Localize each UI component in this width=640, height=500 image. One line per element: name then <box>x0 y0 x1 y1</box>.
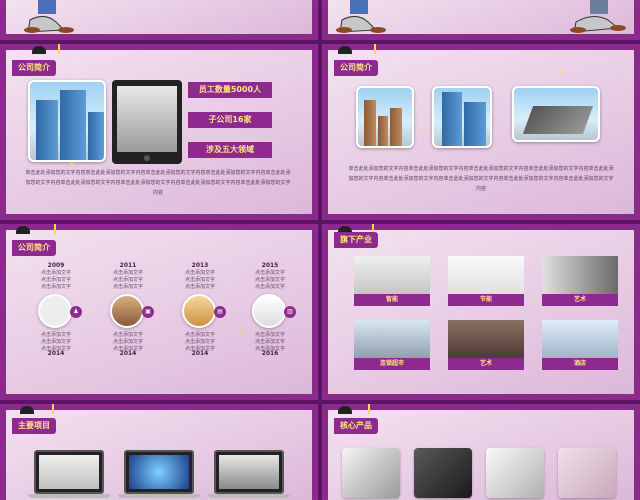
tablet-photo <box>112 80 182 164</box>
industry-tile[interactable]: 酒店 <box>542 320 618 370</box>
product-image <box>342 448 400 498</box>
industry-tile[interactable]: 智能 <box>354 256 430 306</box>
timeline-circle <box>38 294 72 328</box>
building-photo <box>28 80 106 162</box>
industry-tile[interactable]: 艺术 <box>448 320 524 370</box>
timeline-top-year: 2013 <box>191 262 209 269</box>
industry-tile-label: 智能 <box>354 294 430 306</box>
timeline-bottom-year: 2014 <box>191 350 209 357</box>
slide-timeline[interactable]: 公司简介 2009 点击添加文字 点击添加文字 点击添加文字 ♟ 点击添加文字 … <box>0 224 318 400</box>
timeline-top-text: 点击添加文字 点击添加文字 点击添加文字 <box>40 270 71 290</box>
timeline-bottom-year: 2014 <box>47 350 65 357</box>
timeline-circle <box>182 294 216 328</box>
stat-pill-subsidiaries: 子公司16家 <box>188 112 272 128</box>
slide-title: 主要项目 <box>12 418 56 434</box>
intro-paragraph: 单击此处添加您的文字内容单击此处添加您的文字内容单击此处添加您的文字内容单击此处… <box>348 166 614 192</box>
laptop-base <box>28 494 110 498</box>
timeline-badge-icon: ▥ <box>284 306 296 318</box>
laptop-project-2 <box>124 450 194 494</box>
slide-top-right[interactable] <box>322 0 640 40</box>
slide-grid: 公司简介 员工数量5000人 子公司16家 涉及五大领域 单击此处添加您的文字内… <box>0 0 640 500</box>
industry-tile[interactable]: 艺术 <box>542 256 618 306</box>
timeline-bottom-year: 2014 <box>119 350 137 357</box>
slide-company-intro-2[interactable]: 公司简介 单击此处添加您的文字内容单击此处添加您的文字内容单击此处添加您的文字内… <box>322 44 640 220</box>
timeline-circle <box>252 294 286 328</box>
timeline-top-year: 2015 <box>261 262 279 269</box>
slide-core-products[interactable]: 核心产品 <box>322 404 640 500</box>
timeline-top-year: 2009 <box>47 262 65 269</box>
timeline-top-text: 点击添加文字 点击添加文字 点击添加文字 <box>184 270 215 290</box>
slide-title: 公司简介 <box>334 60 378 76</box>
intro-paragraph: 单击此处添加您的文字内容单击此处添加您的文字内容单击此处添加您的文字内容单击此处… <box>25 170 291 196</box>
tassel-icon <box>368 404 370 414</box>
product-image <box>414 448 472 498</box>
tower-photo <box>356 86 414 148</box>
stat-pill-domains: 涉及五大领域 <box>188 142 272 158</box>
industry-tile-label: 节能 <box>448 294 524 306</box>
industry-tile-label: 艺术 <box>542 294 618 306</box>
product-image <box>558 448 616 498</box>
slide-main-projects[interactable]: 主要项目 <box>0 404 318 500</box>
industry-tile[interactable]: 连锁超市 <box>354 320 430 370</box>
slide-title: 旗下产业 <box>334 232 378 248</box>
graduation-cap-icon <box>32 46 46 54</box>
timeline-badge-icon: ▤ <box>214 306 226 318</box>
tassel-icon <box>374 44 376 54</box>
timeline-badge-icon: ▣ <box>142 306 154 318</box>
timeline-top-text: 点击添加文字 点击添加文字 点击添加文字 <box>112 270 143 290</box>
tassel-icon <box>54 224 56 234</box>
tassel-icon <box>52 404 54 414</box>
slide-title: 公司简介 <box>12 60 56 76</box>
cartoon-figure-icon <box>24 0 74 33</box>
glass-building-photo <box>432 86 492 148</box>
timeline-circle <box>110 294 144 328</box>
timeline-top-text: 点击添加文字 点击添加文字 点击添加文字 <box>254 270 285 290</box>
slide-title: 公司简介 <box>12 240 56 256</box>
slide-industry[interactable]: 旗下产业 智能 节能 艺术 连锁超市 艺术 酒店 <box>322 224 640 400</box>
timeline-top-year: 2011 <box>119 262 137 269</box>
cartoon-figure-icon <box>570 0 626 33</box>
graduation-cap-icon <box>338 406 352 414</box>
graduation-cap-icon <box>20 406 34 414</box>
graduation-cap-icon <box>16 226 30 234</box>
slide-title: 核心产品 <box>334 418 378 434</box>
industry-tile-label: 艺术 <box>448 358 524 370</box>
timeline-badge-icon: ♟ <box>70 306 82 318</box>
museum-photo <box>512 86 600 142</box>
laptop-project-1 <box>34 450 104 494</box>
laptop-base <box>208 494 290 498</box>
laptop-project-3 <box>214 450 284 494</box>
slide-company-intro-1[interactable]: 公司简介 员工数量5000人 子公司16家 涉及五大领域 单击此处添加您的文字内… <box>0 44 318 220</box>
laptop-base <box>118 494 200 498</box>
industry-tile-label: 连锁超市 <box>354 358 430 370</box>
product-image <box>486 448 544 498</box>
cartoon-figure-icon <box>336 0 386 33</box>
industry-tile-label: 酒店 <box>542 358 618 370</box>
stat-pill-employees: 员工数量5000人 <box>188 82 272 98</box>
graduation-cap-icon <box>338 46 352 54</box>
slide-top-left[interactable] <box>0 0 318 40</box>
tassel-icon <box>58 44 60 54</box>
industry-tile[interactable]: 节能 <box>448 256 524 306</box>
timeline-bottom-year: 2016 <box>261 350 279 357</box>
